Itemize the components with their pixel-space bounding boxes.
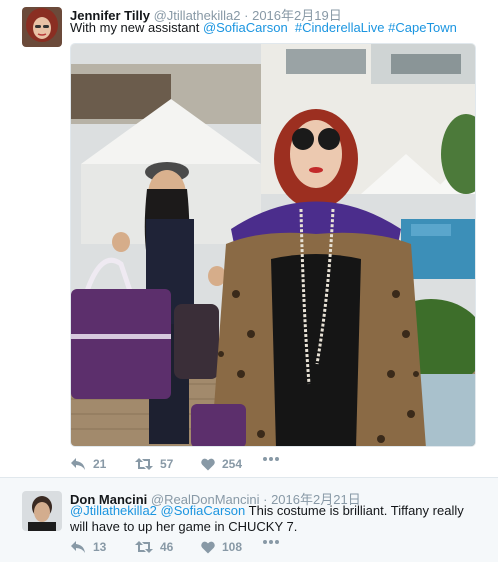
tweet-jennifer-tilly[interactable]: Jennifer Tilly @Jtillathekilla2 · 2016年2… [0,0,498,478]
retweet-button[interactable]: 57 [135,457,173,471]
mention-link[interactable]: @SofiaCarson [203,20,288,35]
like-button[interactable]: 254 [201,457,242,471]
reply-icon [71,458,85,470]
tweet-don-mancini[interactable]: Don Mancini @RealDonMancini · 2016年2月21日… [0,478,498,562]
retweet-count: 46 [160,540,174,554]
tweet-text: With my new assistant @SofiaCarson #Cind… [70,20,480,36]
more-button[interactable] [263,540,279,544]
reply-icon [71,541,85,553]
retweet-button[interactable]: 46 [135,540,173,554]
more-icon [263,540,279,544]
photo-illustration [71,44,475,446]
retweet-icon [135,458,153,470]
more-button[interactable] [263,457,279,461]
mention-link[interactable]: @SofiaCarson [161,503,246,518]
mention-link[interactable]: @Jtillathekilla2 [70,503,157,518]
avatar-jennifer-tilly[interactable] [22,7,62,47]
tweet-text: @Jtillathekilla2 @SofiaCarson This costu… [70,503,480,535]
text-segment: With my new assistant [70,20,203,35]
hashtag-link[interactable]: #CinderellaLive [295,20,385,35]
retweet-count: 57 [160,457,174,471]
like-icon [201,541,215,553]
reply-count: 21 [93,457,107,471]
hashtag-link[interactable]: #CapeTown [388,20,457,35]
like-count: 254 [222,457,243,471]
text-segment [288,20,295,35]
like-count: 108 [222,540,243,554]
reply-count: 13 [93,540,107,554]
tweet-photo[interactable] [70,43,476,447]
reply-button[interactable]: 21 [70,457,106,471]
more-icon [263,457,279,461]
retweet-icon [135,541,153,553]
reply-button[interactable]: 13 [70,540,106,554]
like-icon [201,458,215,470]
like-button[interactable]: 108 [201,540,242,554]
avatar-don-mancini[interactable] [22,491,62,531]
